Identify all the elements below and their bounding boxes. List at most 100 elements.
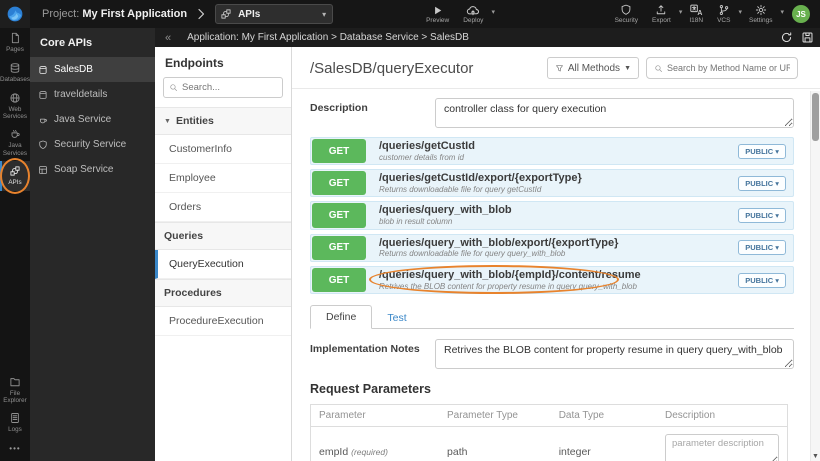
settings-button[interactable]: Settings [749, 4, 772, 24]
column-header-parameter-type: Parameter Type [439, 404, 551, 428]
save-icon [802, 32, 813, 43]
sidebar-item-logs[interactable]: Logs [0, 408, 30, 438]
branch-icon [719, 5, 728, 15]
endpoint-item-queryexecution[interactable]: QueryExecution [155, 250, 291, 279]
sidebar-item-web-services[interactable]: Web Services [0, 88, 30, 124]
api-node-icon [10, 166, 20, 176]
vertical-scrollbar[interactable]: ▼ [810, 91, 820, 461]
endpoint-row-selected[interactable]: GET /queries/query_with_blob/{empId}/con… [310, 264, 794, 295]
vcs-button[interactable]: VCS [717, 4, 730, 24]
methods-filter-dropdown[interactable]: All Methods ▼ [546, 57, 639, 79]
page-icon [11, 33, 19, 44]
topbar-left-actions: Preview Deploy ▾ [419, 4, 495, 24]
workspace-selector-label: APIs [238, 8, 261, 20]
data-type-cell: integer [550, 426, 657, 461]
endpoints-section-entities[interactable]: ▼ Entities [155, 107, 291, 135]
refresh-button[interactable] [780, 31, 793, 44]
security-button[interactable]: Security [615, 4, 638, 24]
top-bar: Project: My First Application APIs ▾ Pre… [0, 0, 820, 28]
shield-icon [621, 4, 631, 15]
chevron-down-icon: ▼ [624, 64, 631, 72]
endpoints-section-queries[interactable]: Queries [155, 222, 291, 250]
core-api-item-java-service[interactable]: Java Service [30, 107, 155, 132]
sidebar-item-file-explorer[interactable]: File Explorer [0, 372, 30, 408]
http-method-badge: GET [312, 267, 366, 293]
endpoint-row[interactable]: GET /queries/getCustId/export/{exportTyp… [310, 169, 794, 198]
chevron-right-icon [196, 8, 206, 20]
main-content: /SalesDB/queryExecutor All Methods ▼ Des… [292, 47, 820, 461]
access-dropdown[interactable]: PUBLIC ▾ [738, 175, 786, 191]
tab-define[interactable]: Define [310, 305, 373, 330]
endpoints-search-box[interactable] [163, 77, 283, 98]
core-api-item-traveldetails[interactable]: traveldetails [30, 82, 155, 107]
http-method-badge: GET [312, 235, 366, 260]
table-header-row: Parameter Parameter Type Data Type Descr… [310, 404, 788, 428]
endpoint-row[interactable]: GET /queries/getCustId customer details … [310, 137, 794, 166]
search-icon [170, 84, 177, 91]
cloud-upload-icon [467, 6, 480, 16]
preview-button[interactable]: Preview [426, 5, 449, 24]
method-search-input[interactable] [667, 63, 790, 73]
database-icon [39, 65, 47, 74]
scrollbar-down-arrow[interactable]: ▼ [811, 453, 820, 460]
endpoint-description: customer details from id [379, 152, 464, 162]
save-button[interactable] [801, 31, 814, 44]
tab-test[interactable]: Test [372, 307, 421, 329]
endpoint-description: blob in result column [379, 217, 453, 227]
left-navigation-rail: Pages Databases Web Services Java Servic… [0, 28, 30, 461]
sidebar-item-databases[interactable]: Databases [0, 58, 30, 88]
core-apis-title: Core APIs [40, 37, 93, 49]
page-title: /SalesDB/queryExecutor [310, 59, 474, 77]
sidebar-item-java-services[interactable]: Java Services [0, 124, 30, 160]
endpoint-item-procedureexecution[interactable]: ProcedureExecution [155, 307, 291, 336]
description-textarea[interactable]: controller class for query execution [435, 98, 794, 128]
endpoints-section-procedures[interactable]: Procedures [155, 279, 291, 307]
funnel-icon [555, 64, 563, 71]
chevron-down-icon[interactable]: ▾ [491, 8, 495, 16]
detail-tabs: Define Test [310, 305, 794, 330]
workspace-selector-dropdown[interactable]: APIs ▾ [215, 4, 334, 24]
param-name-cell: empId (required) [310, 426, 440, 461]
access-dropdown[interactable]: PUBLIC ▾ [738, 272, 786, 288]
access-dropdown[interactable]: PUBLIC ▾ [738, 143, 786, 159]
sidebar-item-apis[interactable]: APIs [0, 157, 30, 194]
endpoint-item-customerinfo[interactable]: CustomerInfo [155, 135, 291, 164]
chevron-down-icon[interactable]: ▾ [780, 8, 784, 16]
endpoint-row[interactable]: GET /queries/query_with_blob/export/{exp… [310, 233, 794, 262]
endpoint-item-orders[interactable]: Orders [155, 193, 291, 222]
breadcrumb: Application: My First Application > Data… [187, 32, 469, 43]
api-node-icon [220, 8, 232, 20]
rail-overflow-menu[interactable]: ••• [0, 438, 30, 461]
user-avatar[interactable]: JS [792, 5, 810, 23]
endpoint-row[interactable]: GET /queries/query_with_blob blob in res… [310, 201, 794, 230]
access-dropdown[interactable]: PUBLIC ▾ [738, 240, 786, 256]
http-method-badge: GET [312, 139, 366, 164]
implementation-notes-textarea[interactable]: Retrives the BLOB content for property r… [435, 339, 794, 370]
i18n-button[interactable]: A I18N [689, 4, 703, 24]
chevron-down-icon: ▾ [322, 9, 327, 19]
method-search-box[interactable] [646, 57, 798, 79]
scrollbar-thumb[interactable] [812, 93, 819, 141]
app-window: Project: My First Application APIs ▾ Pre… [0, 0, 820, 461]
core-api-item-soap-service[interactable]: Soap Service [30, 157, 155, 182]
core-api-item-salesdb[interactable]: SalesDB [30, 57, 155, 82]
endpoint-item-employee[interactable]: Employee [155, 164, 291, 193]
export-icon [657, 5, 666, 15]
chevron-down-icon[interactable]: ▾ [679, 8, 683, 16]
endpoint-url: /queries/query_with_blob [379, 204, 512, 217]
core-api-item-security-service[interactable]: Security Service [30, 132, 155, 157]
export-button[interactable]: Export [652, 4, 671, 24]
deploy-button[interactable]: Deploy [463, 4, 483, 24]
app-logo[interactable] [0, 0, 30, 28]
access-dropdown[interactable]: PUBLIC ▾ [738, 208, 786, 224]
endpoint-description: Returns downloadable file for query getC… [379, 184, 542, 194]
param-description-textarea[interactable] [665, 434, 779, 461]
folder-icon [10, 377, 20, 386]
refresh-icon [781, 32, 792, 43]
endpoints-search-input[interactable] [182, 82, 277, 93]
collapse-panel-button[interactable]: « [159, 32, 177, 44]
endpoint-url: /queries/query_with_blob/export/{exportT… [379, 236, 619, 249]
column-header-parameter: Parameter [310, 404, 440, 428]
sidebar-item-pages[interactable]: Pages [0, 28, 30, 58]
shield-icon [39, 140, 47, 149]
